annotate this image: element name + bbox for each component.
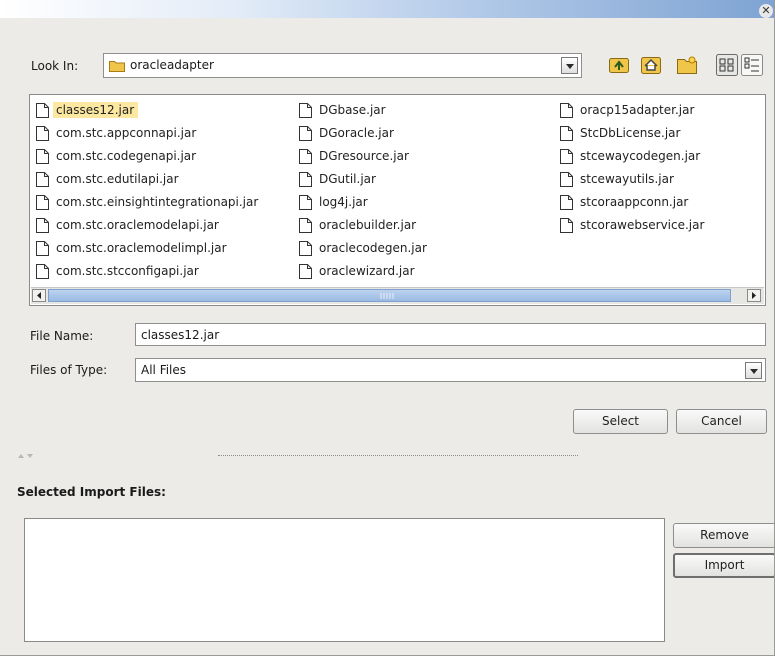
file-icon [36,218,49,233]
selected-import-files-title: Selected Import Files: [17,485,166,499]
file-icon [560,218,573,233]
file-item[interactable]: DGbase.jar [293,99,427,122]
file-item[interactable]: DGresource.jar [293,145,427,168]
splitter-arrows-icon[interactable] [16,452,46,460]
chevron-down-icon[interactable] [561,57,578,74]
scroll-left-icon[interactable] [32,289,46,302]
file-item[interactable]: com.stc.edutilapi.jar [30,168,258,191]
file-item[interactable]: classes12.jar [30,99,258,122]
file-item[interactable]: com.stc.einsightintegrationapi.jar [30,191,258,214]
file-column-3: oracp15adapter.jar StcDbLicense.jar stce… [554,99,704,237]
file-icon [36,103,49,118]
file-icon [299,149,312,164]
scrollbar-thumb[interactable] [48,289,731,302]
file-icon [560,149,573,164]
file-icon [299,195,312,210]
up-folder-icon[interactable] [608,54,630,76]
horizontal-scrollbar[interactable] [31,287,764,304]
file-item[interactable]: oraclecodegen.jar [293,237,427,260]
file-item[interactable]: oraclewizard.jar [293,260,427,283]
file-name-input[interactable]: classes12.jar [135,323,766,346]
file-item[interactable]: StcDbLicense.jar [554,122,704,145]
chevron-down-icon[interactable] [745,362,762,379]
file-item[interactable]: DGoracle.jar [293,122,427,145]
file-icon [299,218,312,233]
file-list[interactable]: classes12.jar com.stc.appconnapi.jar com… [29,94,766,306]
file-icon [560,103,573,118]
file-item[interactable]: stcoraappconn.jar [554,191,704,214]
file-type-label: Files of Type: [30,363,108,377]
select-button[interactable]: Select [573,409,668,434]
file-icon [36,195,49,210]
folder-icon [109,61,125,72]
file-icon [36,172,49,187]
list-view-icon[interactable] [716,54,738,76]
file-item[interactable]: oracp15adapter.jar [554,99,704,122]
file-icon [299,264,312,279]
selected-import-files-list[interactable] [24,518,665,642]
file-icon [36,149,49,164]
file-icon [299,103,312,118]
import-button[interactable]: Import [673,553,774,578]
file-icon [36,126,49,141]
home-icon[interactable] [640,54,662,76]
title-bar: ✕ [0,0,774,18]
file-name-label: File Name: [30,329,94,343]
file-item[interactable]: log4j.jar [293,191,427,214]
look-in-label: Look In: [31,59,79,73]
file-item[interactable]: stcewaycodegen.jar [554,145,704,168]
file-icon [560,172,573,187]
close-icon[interactable]: ✕ [759,4,773,18]
file-type-select[interactable]: All Files [135,358,766,382]
new-folder-icon[interactable] [676,54,698,76]
file-item[interactable]: com.stc.oraclemodelimpl.jar [30,237,258,260]
splitter-handle[interactable] [218,455,578,457]
file-item[interactable]: com.stc.stcconfigapi.jar [30,260,258,283]
file-column-2: DGbase.jar DGoracle.jar DGresource.jar D… [293,99,427,283]
import-dialog: ✕ Look In: oracleadapter classes12.jar c… [0,0,775,656]
file-icon [560,195,573,210]
file-icon [36,264,49,279]
file-item[interactable]: com.stc.appconnapi.jar [30,122,258,145]
file-icon [299,172,312,187]
details-view-icon[interactable] [741,54,763,76]
file-column-1: classes12.jar com.stc.appconnapi.jar com… [30,99,258,283]
remove-button[interactable]: Remove [673,523,774,548]
file-item[interactable]: stcewayutils.jar [554,168,704,191]
file-item[interactable]: com.stc.codegenapi.jar [30,145,258,168]
file-item[interactable]: com.stc.oraclemodelapi.jar [30,214,258,237]
file-icon [299,241,312,256]
file-item[interactable]: DGutil.jar [293,168,427,191]
file-item[interactable]: oraclebuilder.jar [293,214,427,237]
look-in-value: oracleadapter [130,58,214,72]
look-in-combo[interactable]: oracleadapter [103,53,582,78]
file-icon [560,126,573,141]
file-icon [299,126,312,141]
scroll-right-icon[interactable] [747,289,761,302]
file-icon [36,241,49,256]
cancel-button[interactable]: Cancel [676,409,767,434]
file-item[interactable]: stcorawebservice.jar [554,214,704,237]
